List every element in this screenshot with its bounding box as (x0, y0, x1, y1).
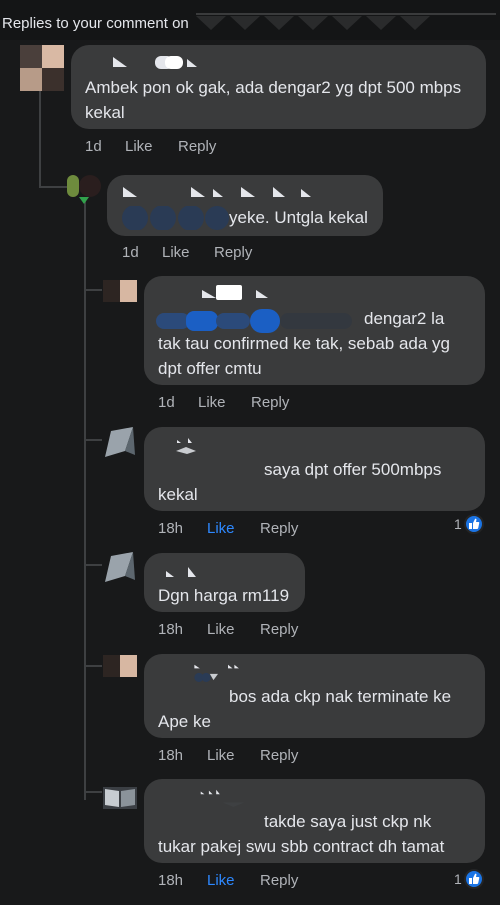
redacted-name (166, 567, 196, 577)
comment-text-a: takde saya just ckp nk (264, 812, 432, 831)
comment-bubble[interactable]: Dgn harga rm119 (144, 553, 305, 612)
like-button[interactable]: Like (207, 520, 235, 537)
comment-text-b: tak tau confirmed ke tak, sebab ada yg (158, 334, 451, 353)
redacted-name (202, 285, 268, 300)
comment-text: Ambek pon ok gak, ada dengar2 yg dpt 500… (85, 78, 462, 122)
reply-button[interactable]: Reply (260, 747, 298, 764)
comment-actions: 18h Like Reply (158, 872, 358, 892)
comment-text: Dgn harga rm119 (158, 586, 290, 605)
comment-bubble[interactable]: takde saya just ckp nk tukar pakej swu s… (144, 779, 485, 863)
comment-time: 18h (158, 520, 184, 537)
comment-actions: 18h Like Reply (158, 747, 358, 767)
comment-actions: 1d Like Reply (85, 138, 285, 158)
thumbs-up-icon (464, 514, 484, 534)
redacted-name (113, 56, 197, 69)
comment-bubble[interactable]: yeke. Untgla kekal (107, 175, 383, 236)
avatar[interactable] (103, 781, 137, 815)
comment-text-a: dengar2 la (364, 309, 445, 328)
like-button[interactable]: Like (162, 244, 190, 261)
comment-text: yeke. Untgla kekal (229, 208, 368, 227)
avatar[interactable] (103, 280, 137, 302)
reaction-number: 1 (454, 871, 462, 887)
reply-button[interactable]: Reply (178, 138, 216, 155)
comment-time: 1d (158, 394, 175, 411)
thread-line (39, 80, 41, 188)
comment-text-a: saya dpt offer 500mbps (264, 460, 442, 479)
comment-text-c: dpt offer cmtu (158, 359, 262, 378)
like-button[interactable]: Like (207, 621, 235, 638)
redacted-name (200, 789, 245, 807)
avatar[interactable] (103, 425, 137, 459)
notification-header: Replies to your comment on (0, 0, 500, 40)
comment-text-b: tukar pakej swu sbb contract dh tamat (158, 837, 445, 856)
reaction-count[interactable]: 1 (452, 514, 488, 536)
avatar[interactable] (20, 45, 64, 91)
reply-button[interactable]: Reply (214, 244, 252, 261)
comment-bubble[interactable]: dengar2 la tak tau confirmed ke tak, seb… (144, 276, 485, 385)
thread-line (84, 791, 102, 793)
comment-time: 18h (158, 621, 184, 638)
thumbs-up-icon (464, 869, 484, 889)
reply-button[interactable]: Reply (260, 872, 298, 889)
like-button[interactable]: Like (198, 394, 226, 411)
thread-line (84, 564, 102, 566)
like-button[interactable]: Like (207, 872, 235, 889)
thread-line (84, 289, 102, 291)
reaction-number: 1 (454, 516, 462, 532)
comment-actions: 1d Like Reply (122, 244, 322, 264)
reply-button[interactable]: Reply (260, 520, 298, 537)
comment-time: 1d (85, 138, 102, 155)
redacted-post-title (196, 13, 496, 30)
redacted-name (194, 664, 239, 682)
comment-bubble[interactable]: bos ada ckp nak terminate ke Ape ke (144, 654, 485, 738)
like-button[interactable]: Like (207, 747, 235, 764)
avatar[interactable] (103, 550, 137, 584)
comment-text-a: bos ada ckp nak terminate ke (229, 687, 452, 706)
thread-line (84, 665, 102, 667)
thread-line (84, 439, 102, 441)
reply-button[interactable]: Reply (260, 621, 298, 638)
thread-line (39, 186, 67, 188)
comment-time: 1d (122, 244, 139, 261)
reaction-count[interactable]: 1 (452, 869, 488, 891)
comment-text-b: Ape ke (158, 712, 211, 731)
comment-bubble[interactable]: saya dpt offer 500mbps kekal (144, 427, 485, 511)
header-title: Replies to your comment on (2, 15, 189, 32)
comment-text-b: kekal (158, 485, 198, 504)
comment-bubble[interactable]: Ambek pon ok gak, ada dengar2 yg dpt 500… (71, 45, 486, 129)
comment-actions: 1d Like Reply (158, 394, 358, 414)
redacted-name (176, 438, 196, 454)
comment-time: 18h (158, 872, 184, 889)
verified-marker (79, 197, 89, 204)
avatar[interactable] (67, 175, 101, 197)
reply-button[interactable]: Reply (251, 394, 289, 411)
avatar[interactable] (103, 655, 137, 677)
redacted-mention (122, 206, 229, 230)
comment-time: 18h (158, 747, 184, 764)
comment-actions: 18h Like Reply (158, 520, 358, 540)
redacted-name (123, 187, 311, 197)
comment-actions: 18h Like Reply (158, 621, 358, 641)
like-button[interactable]: Like (125, 138, 153, 155)
